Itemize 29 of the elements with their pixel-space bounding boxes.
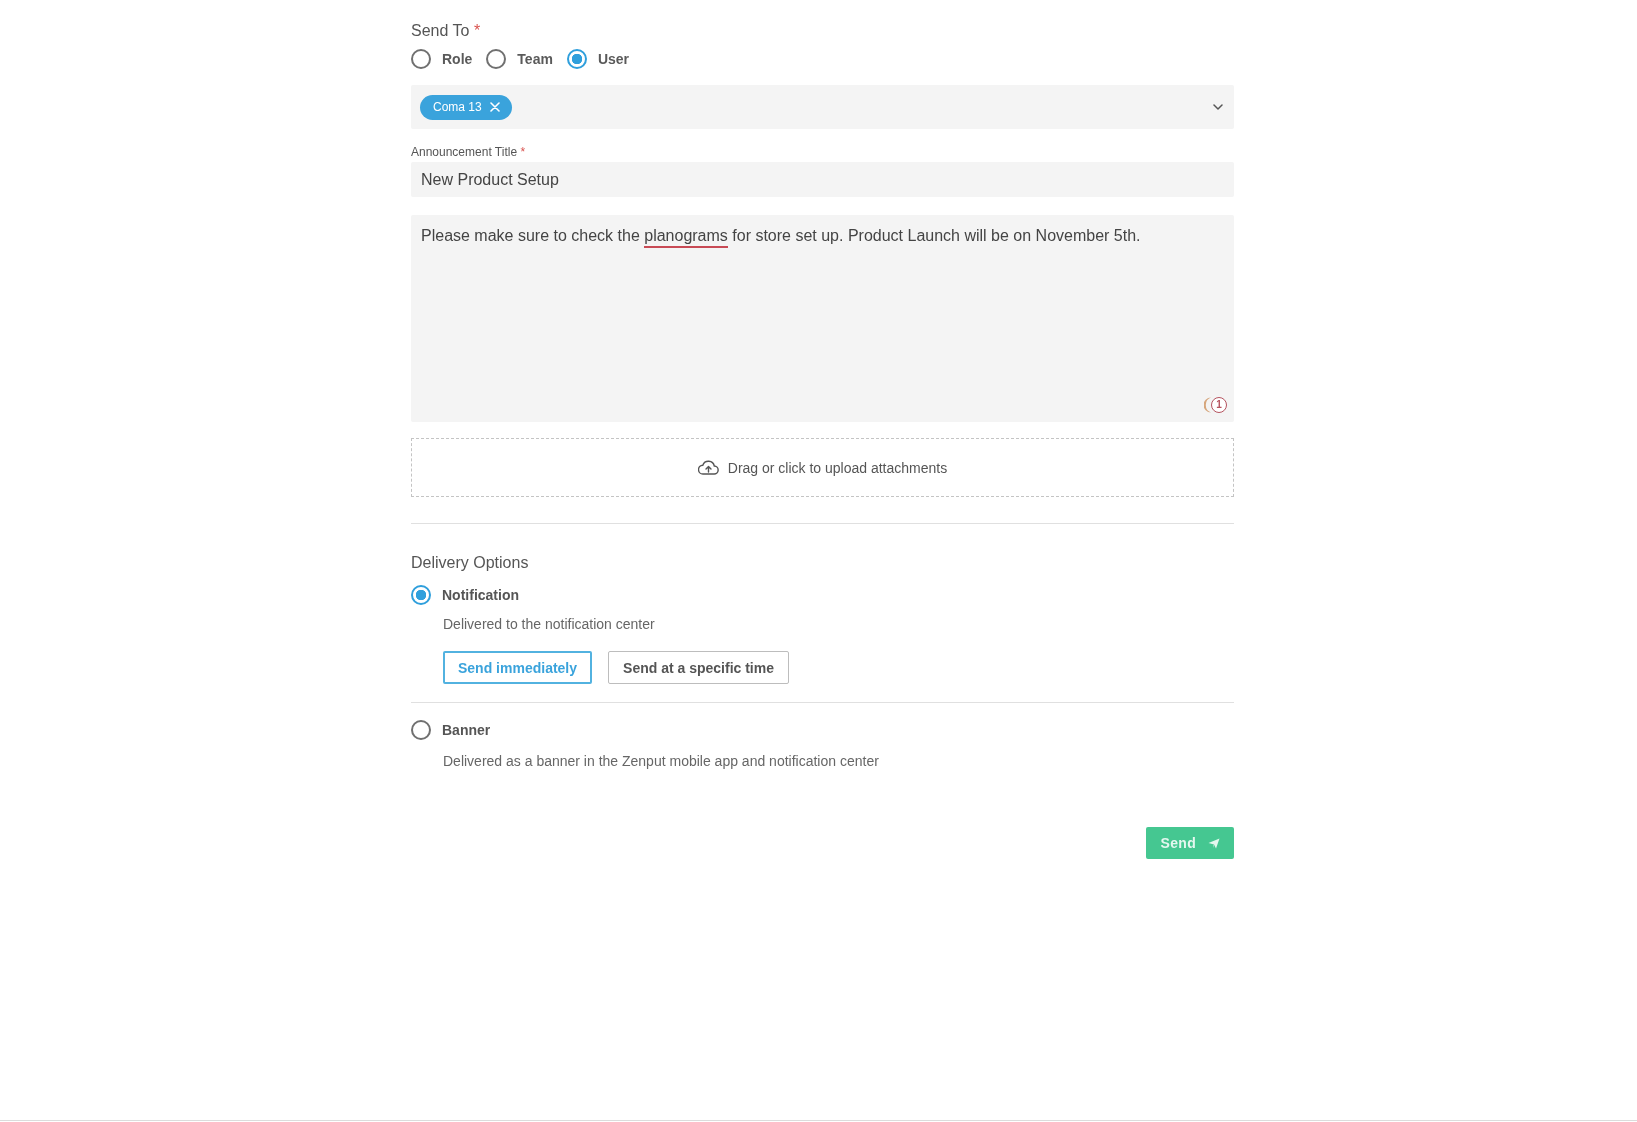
radio-label: User (597, 50, 630, 68)
close-icon (489, 102, 500, 112)
chip-label: Coma 13 (433, 100, 482, 114)
option-description: Delivered to the notification center (443, 615, 655, 633)
radio-button[interactable] (411, 720, 431, 740)
message-text: Please make sure to check the planograms for store set up. Product Launch will be on November 5th. (421, 225, 1224, 247)
radio-label: Team (517, 50, 553, 68)
radio-button[interactable] (411, 49, 431, 69)
send-to-label: Send To * (411, 21, 481, 41)
radio-button[interactable] (486, 49, 507, 69)
upload-label: Drag or click to upload attachments (727, 459, 948, 476)
cloud-upload-icon (697, 460, 719, 475)
paper-plane-icon (1208, 837, 1220, 849)
upload-dropzone[interactable]: Drag or click to upload attachments (411, 438, 1234, 497)
radio-button[interactable] (566, 49, 587, 69)
option-label: Banner (442, 722, 491, 738)
option-description: Delivered as a banner in the Zenput mobile app and notification center (443, 752, 879, 770)
radio-button[interactable] (411, 585, 431, 605)
timing-button[interactable]: Send at a specific time (608, 651, 789, 684)
radio-label: Role (442, 50, 473, 68)
title-label: Announcement Title * (411, 145, 526, 159)
remove-chip-button[interactable] (489, 102, 500, 112)
message-field[interactable]: Please make sure to check the planograms for store set up. Product Launch will be on November 5th. 1 (411, 215, 1234, 422)
count-badge: 1 (1211, 397, 1227, 413)
option-label: Notification (442, 587, 519, 603)
title-input[interactable]: New Product Setup (411, 162, 1234, 197)
crescent-icon (1204, 397, 1211, 413)
chevron-down-icon (1213, 104, 1223, 110)
delivery-options-title: Delivery Options (411, 553, 529, 573)
